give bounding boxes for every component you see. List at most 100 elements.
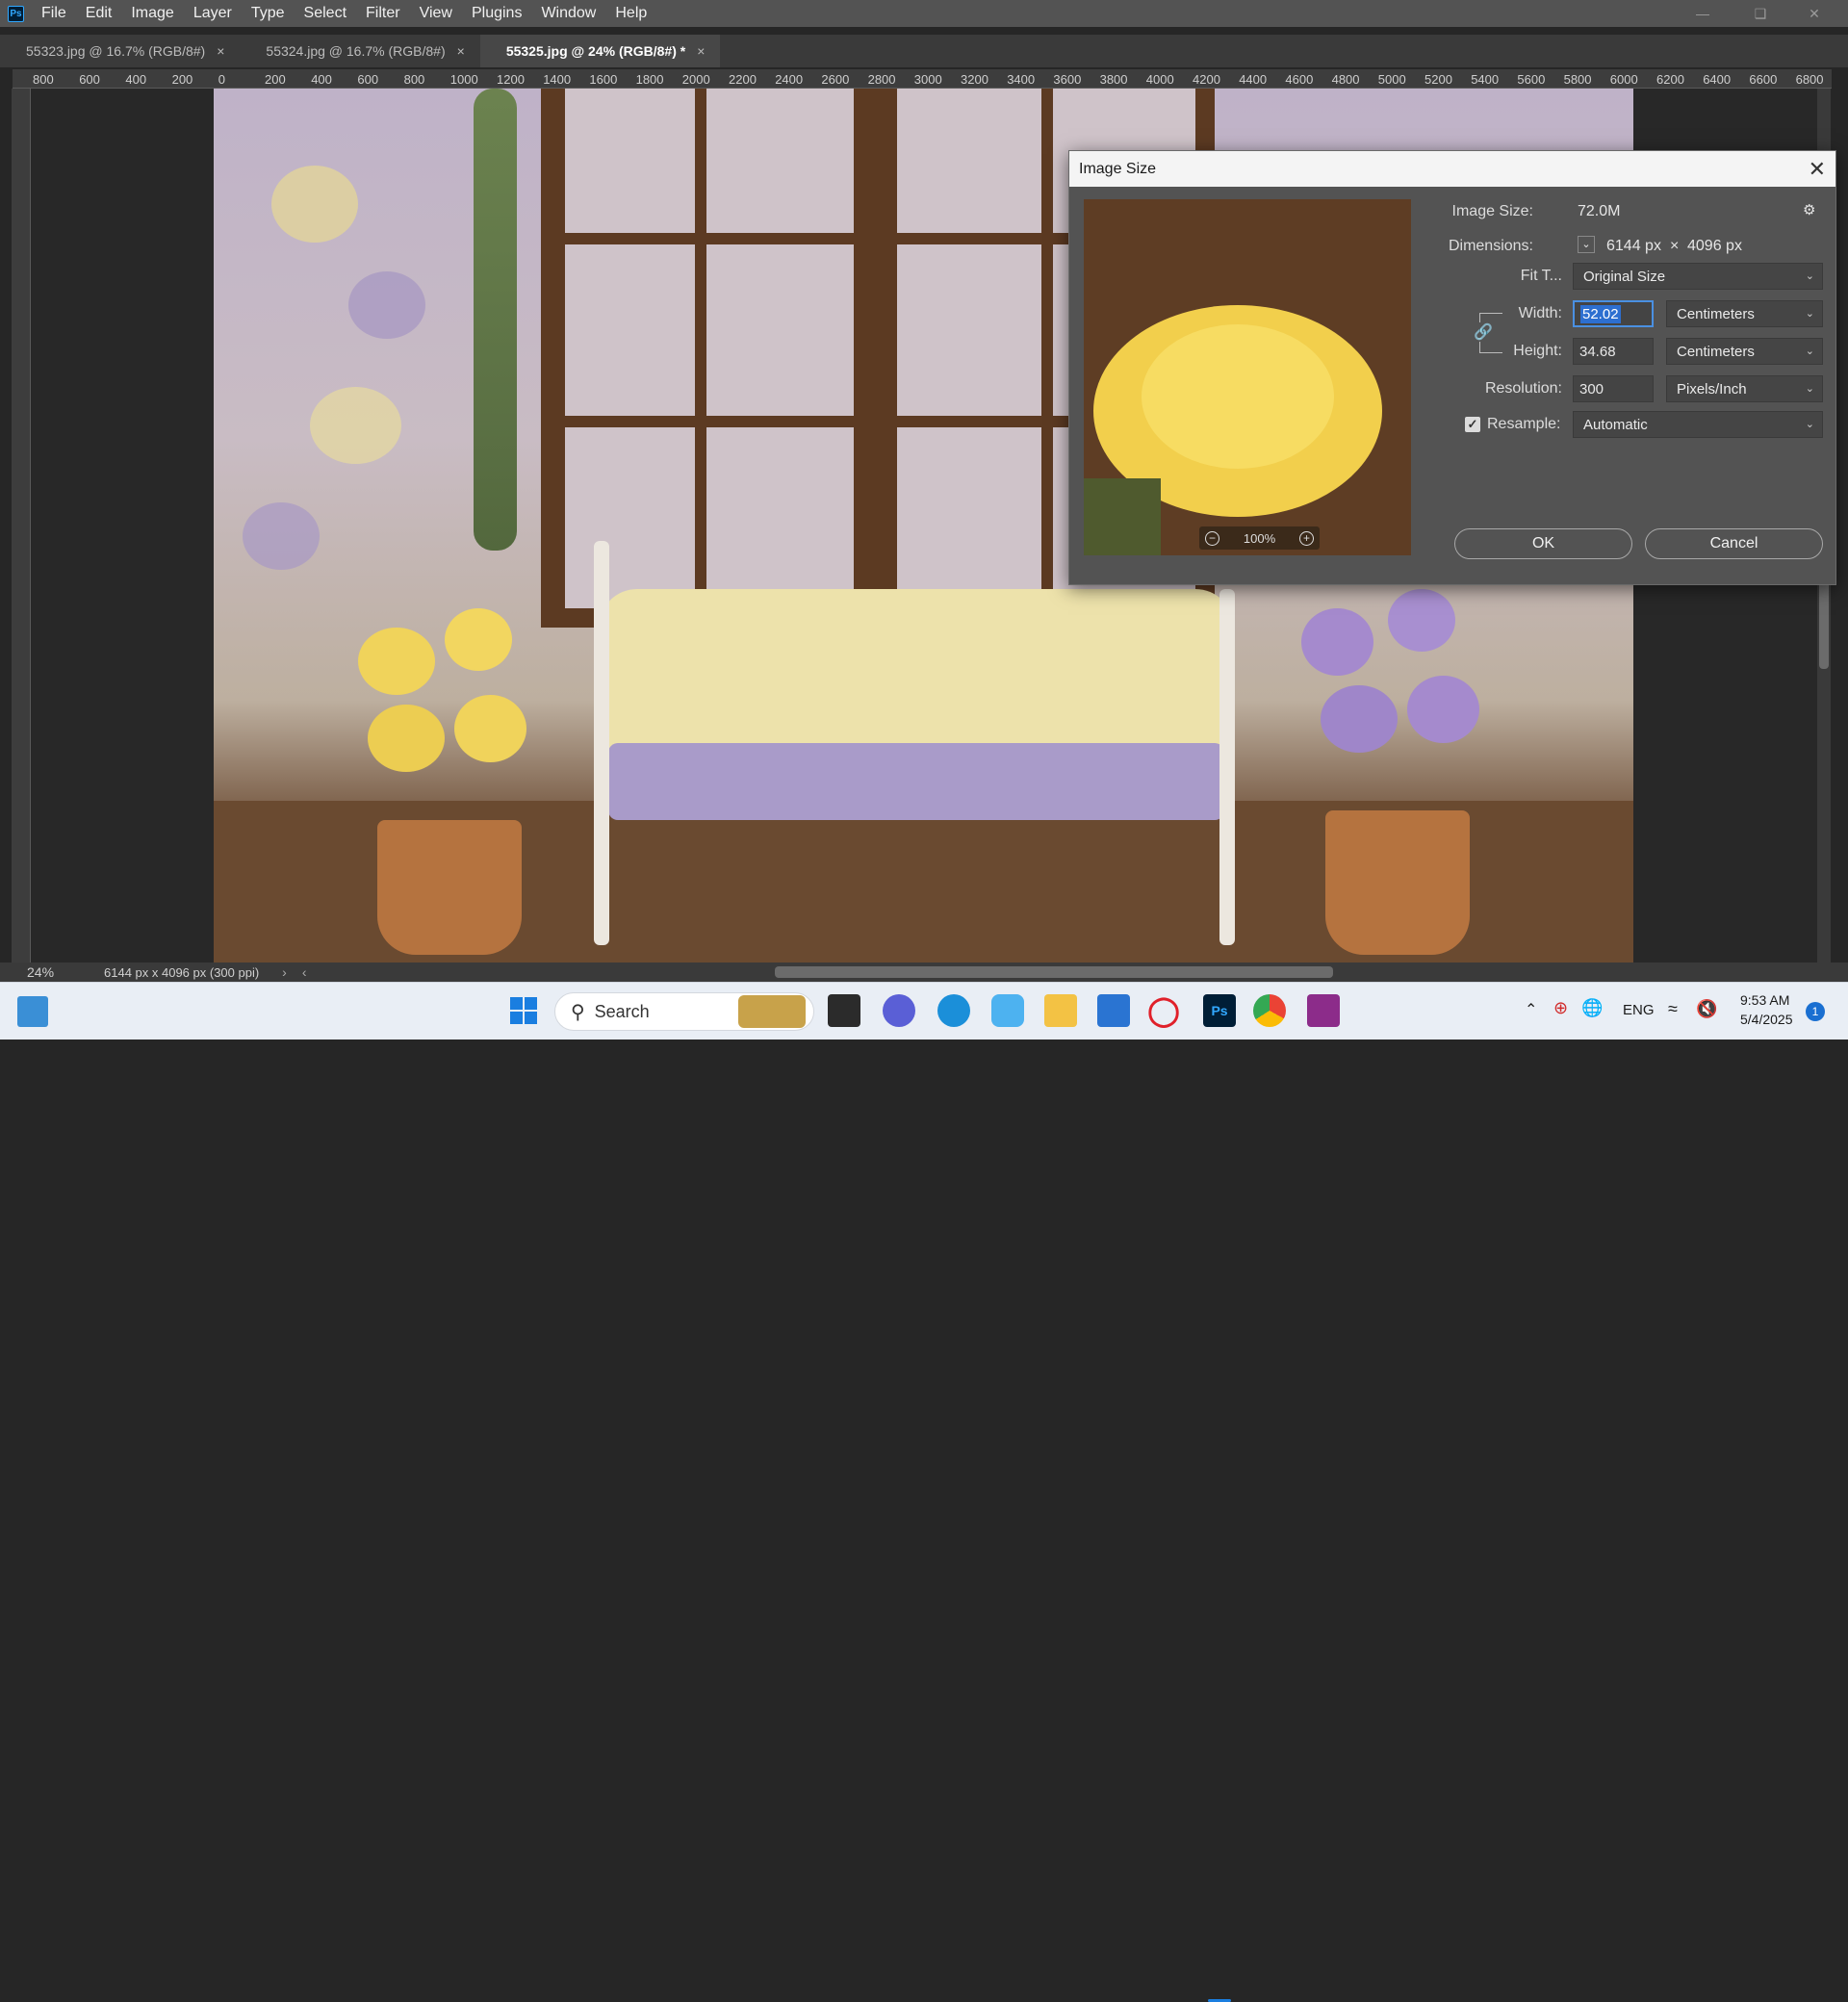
menu-bar: Ps File Edit Image Layer Type Select Fil… [0,0,1848,27]
image-preview[interactable]: − 100% + [1084,199,1411,555]
chrome-icon[interactable] [1253,994,1286,1027]
chevron-right-icon[interactable]: › [282,964,287,980]
menu-help[interactable]: Help [605,0,656,27]
edge-icon[interactable] [937,994,970,1027]
ok-button[interactable]: OK [1454,528,1632,559]
vpn-icon[interactable]: ⊕ [1553,998,1568,1018]
flower-pot-right [1325,810,1470,955]
cancel-button[interactable]: Cancel [1645,528,1823,559]
taskbar-search[interactable]: ⚲ Search [554,992,814,1031]
ruler-tick-label: 4200 [1193,72,1220,87]
menu-type[interactable]: Type [242,0,295,27]
horizontal-scroll-thumb[interactable] [775,966,1333,978]
width-unit: Centimeters [1677,305,1755,322]
tab-55325[interactable]: 55325.jpg @ 24% (RGB/8#) * × [479,35,721,67]
width-input[interactable]: 52.02 [1573,300,1654,327]
close-icon[interactable]: ✕ [1792,0,1836,27]
photoshop-icon[interactable]: Ps [8,5,24,22]
window-transom [565,233,854,244]
restore-icon[interactable]: ❑ [1738,0,1783,27]
purple-rose [1321,685,1398,753]
resample-checkbox[interactable]: ✓ [1465,417,1480,432]
link-icon[interactable]: 🔗 [1474,322,1493,342]
chat-icon[interactable] [883,994,915,1027]
yellow-rose [358,628,435,695]
chevron-left-icon[interactable]: ‹ [302,964,307,980]
resolution-input[interactable]: 300 [1573,375,1654,402]
ruler-tick-label: 6200 [1656,72,1684,87]
menu-file[interactable]: File [32,0,76,27]
wallpaper-rose [348,271,425,339]
dimensions-height: 4096 px [1687,238,1742,254]
resolution-unit-select[interactable]: Pixels/Inch ⌄ [1666,375,1823,402]
height-input[interactable]: 34.68 [1573,338,1654,365]
search-placeholder: Search [594,1001,650,1021]
ruler-tick-label: 5000 [1377,72,1406,87]
image-size-dialog: Image Size ✕ − 100% + Image Size: 72.0M … [1068,150,1836,585]
ruler-tick-label: 800 [403,72,425,87]
vertical-ruler[interactable] [12,89,31,978]
search-icon: ⚲ [571,1001,585,1023]
task-view-icon[interactable] [828,994,860,1027]
ruler-tick-label: 6000 [1609,72,1638,87]
height-unit: Centimeters [1677,343,1755,360]
clock-time[interactable]: 9:53 AM [1740,992,1789,1008]
zoom-level[interactable]: 24% [27,964,104,980]
ruler-tick-label: 4000 [1145,72,1174,87]
ruler-tick-label: 4400 [1239,72,1268,87]
chevron-down-icon[interactable]: ⌄ [1578,236,1595,253]
wallpaper-rose [243,502,320,570]
fit-to-select[interactable]: Original Size ⌄ [1573,263,1823,290]
resolution-label: Resolution: [1484,380,1562,397]
menu-window[interactable]: Window [531,0,605,27]
language-indicator[interactable]: ENG [1623,1002,1655,1018]
photoshop-taskbar-icon[interactable]: Ps [1203,994,1236,1027]
zoom-in-icon[interactable]: + [1299,530,1314,546]
zoom-out-icon[interactable]: − [1205,530,1219,546]
widgets-icon[interactable] [17,996,48,1027]
resample-select[interactable]: Automatic ⌄ [1573,411,1823,438]
opera-icon[interactable]: ◯ [1147,994,1180,1027]
resolution-unit: Pixels/Inch [1677,380,1747,398]
ruler-tick-label: 200 [265,72,286,87]
windows-start-icon[interactable] [507,994,540,1027]
close-icon[interactable]: ✕ [1809,157,1826,182]
menu-view[interactable]: View [410,0,462,27]
minimize-icon[interactable]: — [1681,0,1725,27]
menu-edit[interactable]: Edit [76,0,122,27]
winrar-icon[interactable] [1307,994,1340,1027]
menu-select[interactable]: Select [295,0,356,27]
yellow-rose [454,695,526,762]
notification-badge[interactable]: 1 [1806,1002,1825,1021]
chevron-down-icon: ⌄ [1805,419,1814,430]
menu-image[interactable]: Image [121,0,183,27]
window-mullion [695,89,706,608]
gear-icon[interactable]: ⚙ [1803,201,1815,218]
store-icon[interactable] [1097,994,1130,1027]
close-icon[interactable]: × [697,43,705,59]
bed-post [1219,589,1235,945]
close-icon[interactable]: × [457,43,465,59]
document-info[interactable]: 6144 px x 4096 px (300 ppi) [104,965,259,980]
tab-55324[interactable]: 55324.jpg @ 16.7% (RGB/8#) × [240,35,480,67]
horizontal-ruler[interactable]: 800 600 400 200 0 200 400 600 800 1000 1200 1400 160… [13,69,1832,89]
photos-icon[interactable] [991,994,1024,1027]
fit-to-value: Original Size [1583,268,1666,285]
ruler-tick-label: 1000 [449,72,478,87]
ruler-tick-label: 2200 [729,72,757,87]
chevron-up-icon[interactable]: ⌃ [1525,1000,1537,1019]
menu-plugins[interactable]: Plugins [462,0,531,27]
dialog-title-bar[interactable]: Image Size ✕ [1069,151,1835,187]
file-explorer-icon[interactable] [1044,994,1077,1027]
width-unit-select[interactable]: Centimeters ⌄ [1666,300,1823,327]
close-icon[interactable]: × [217,43,224,59]
wifi-icon[interactable]: ≈ [1668,999,1678,1019]
tab-55323[interactable]: 55323.jpg @ 16.7% (RGB/8#) × [0,35,241,67]
height-unit-select[interactable]: Centimeters ⌄ [1666,338,1823,365]
clock-date[interactable]: 5/4/2025 [1740,1012,1793,1027]
ruler-tick-label: 2600 [821,72,850,87]
menu-layer[interactable]: Layer [184,0,242,27]
globe-icon[interactable]: 🌐 [1581,998,1603,1018]
volume-muted-icon[interactable]: 🔇 [1696,999,1717,1019]
menu-filter[interactable]: Filter [356,0,410,27]
